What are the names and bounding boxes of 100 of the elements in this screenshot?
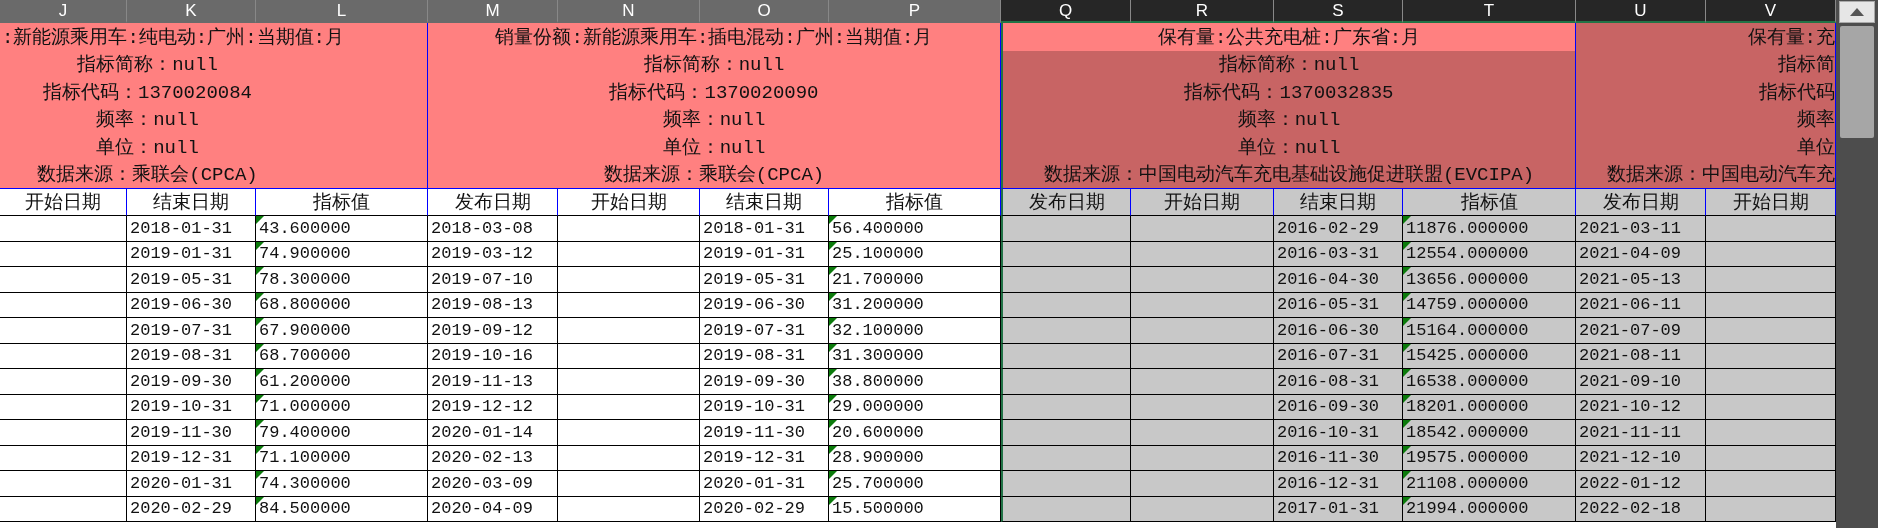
error-indicator-icon (1403, 267, 1411, 275)
column-header[interactable]: O (700, 0, 829, 23)
cell-text: 2016-11-30 (1277, 448, 1380, 468)
field-header: 发布日期 (1576, 189, 1706, 216)
info-line: 指标代码 (1758, 80, 1835, 106)
cell-text: 68.700000 (259, 346, 351, 366)
column-header[interactable]: J (0, 0, 127, 23)
field-header: 开始日期 (1706, 189, 1836, 216)
column-header[interactable]: M (428, 0, 558, 23)
cell-text: 2021-12-10 (1579, 448, 1682, 468)
cell-text: 2016-09-30 (1277, 397, 1380, 417)
error-indicator-icon (1403, 471, 1411, 479)
column-header[interactable]: U (1576, 0, 1706, 23)
cell-text: 2019-07-31 (703, 320, 806, 340)
cell-text: 2021-03-11 (1579, 218, 1682, 238)
error-indicator-icon (256, 420, 264, 428)
info-line: 指标代码：1370020090 (608, 80, 820, 106)
cell-text: 2018-01-31 (703, 218, 806, 238)
error-indicator-icon (829, 216, 837, 224)
cell-text: 56.400000 (832, 218, 924, 238)
cell-text: 2019-08-13 (431, 295, 534, 315)
error-indicator-icon (829, 318, 837, 326)
field-header: 开始日期 (1131, 189, 1274, 216)
cell-text: 19575.000000 (1406, 448, 1529, 468)
cell-text: 2020-02-13 (431, 448, 534, 468)
info-line: 数据来源：乘联会(CPCA) (36, 163, 259, 188)
cell-text: 2019-11-30 (703, 422, 806, 442)
cell-text: 25.100000 (832, 244, 924, 264)
error-indicator-icon (256, 369, 264, 377)
info-line: 数据来源：中国电动汽车充 (1606, 163, 1835, 188)
info-line: 保有量:充 (1746, 25, 1835, 51)
cell-text: 2019-11-30 (130, 422, 233, 442)
info-line: 频率：null (95, 108, 200, 133)
field-header: 结束日期 (1274, 189, 1403, 216)
cell-text: 2021-10-12 (1579, 397, 1682, 417)
info-line: 单位：null (661, 135, 767, 161)
info-line: 数据来源：乘联会(CPCA) (602, 163, 826, 188)
scrollbar-thumb[interactable] (1840, 26, 1874, 138)
cell-text: 2016-06-30 (1277, 320, 1380, 340)
column-header[interactable]: P (829, 0, 1001, 23)
cell-text: 2019-12-31 (703, 448, 806, 468)
error-indicator-icon (829, 471, 837, 479)
column-header[interactable]: S (1274, 0, 1403, 23)
cell-text: 2020-01-14 (431, 422, 534, 442)
cell-text: 74.900000 (259, 244, 351, 264)
column-header[interactable]: R (1131, 0, 1274, 23)
cell-text: 74.300000 (259, 473, 351, 493)
cell-text: 2021-06-11 (1579, 295, 1682, 315)
cell-text: 2019-05-31 (130, 269, 233, 289)
error-indicator-icon (256, 216, 264, 224)
field-header: 结束日期 (700, 189, 829, 216)
error-indicator-icon (1403, 369, 1411, 377)
cell-text: 2019-08-31 (130, 346, 233, 366)
cell-text: 78.300000 (259, 269, 351, 289)
cell-text: 2019-09-30 (703, 371, 806, 391)
column-header[interactable]: K (127, 0, 256, 23)
cell-text: 2016-12-31 (1277, 473, 1380, 493)
cell-text: 32.100000 (832, 320, 924, 340)
cell-text: 12554.000000 (1406, 244, 1529, 264)
info-line: 频率：null (1236, 108, 1342, 133)
error-indicator-icon (829, 420, 837, 428)
cell-text: 15.500000 (832, 499, 924, 519)
column-header[interactable]: Q (1001, 0, 1131, 23)
error-indicator-icon (1403, 318, 1411, 326)
cell-text: 2022-01-12 (1579, 473, 1682, 493)
cell-text: 2016-04-30 (1277, 269, 1380, 289)
cell-text: 43.600000 (259, 218, 351, 238)
cell-text: 2019-05-31 (703, 269, 806, 289)
scroll-up-button[interactable] (1839, 1, 1875, 23)
column-header[interactable]: V (1706, 0, 1836, 23)
column-header[interactable]: N (558, 0, 700, 23)
cell-text: 2019-10-31 (130, 397, 233, 417)
cell-text: 2016-07-31 (1277, 346, 1380, 366)
cell-text: 2016-08-31 (1277, 371, 1380, 391)
cell-text: 13656.000000 (1406, 269, 1529, 289)
cell-text: 2016-10-31 (1277, 422, 1380, 442)
cell-text: 2020-04-09 (431, 499, 534, 519)
field-header: 开始日期 (0, 189, 127, 216)
field-header: 发布日期 (428, 189, 558, 216)
cell-text: 18201.000000 (1406, 397, 1529, 417)
cell-text: 2019-11-13 (431, 371, 534, 391)
cell-text: 2022-02-18 (1579, 499, 1682, 519)
error-indicator-icon (1403, 216, 1411, 224)
field-header: 结束日期 (127, 189, 256, 216)
cell-text: 2021-09-10 (1579, 371, 1682, 391)
cell-text: 68.800000 (259, 295, 351, 315)
cell-text: 21108.000000 (1406, 473, 1529, 493)
cell-text: 15425.000000 (1406, 346, 1529, 366)
column-header[interactable]: T (1403, 0, 1576, 23)
cell-text: 16538.000000 (1406, 371, 1529, 391)
cell-text: 2016-05-31 (1277, 295, 1380, 315)
info-line: 单位：null (1236, 135, 1342, 161)
cell-text: 2020-01-31 (130, 473, 233, 493)
info-line: :新能源乘用车:纯电动:广州:当期值:月 (1, 25, 345, 51)
error-indicator-icon (1403, 420, 1411, 428)
field-header: 指标值 (256, 189, 428, 216)
cell-text: 2020-03-09 (431, 473, 534, 493)
column-header[interactable]: L (256, 0, 428, 23)
cell-text: 79.400000 (259, 422, 351, 442)
error-indicator-icon (829, 369, 837, 377)
